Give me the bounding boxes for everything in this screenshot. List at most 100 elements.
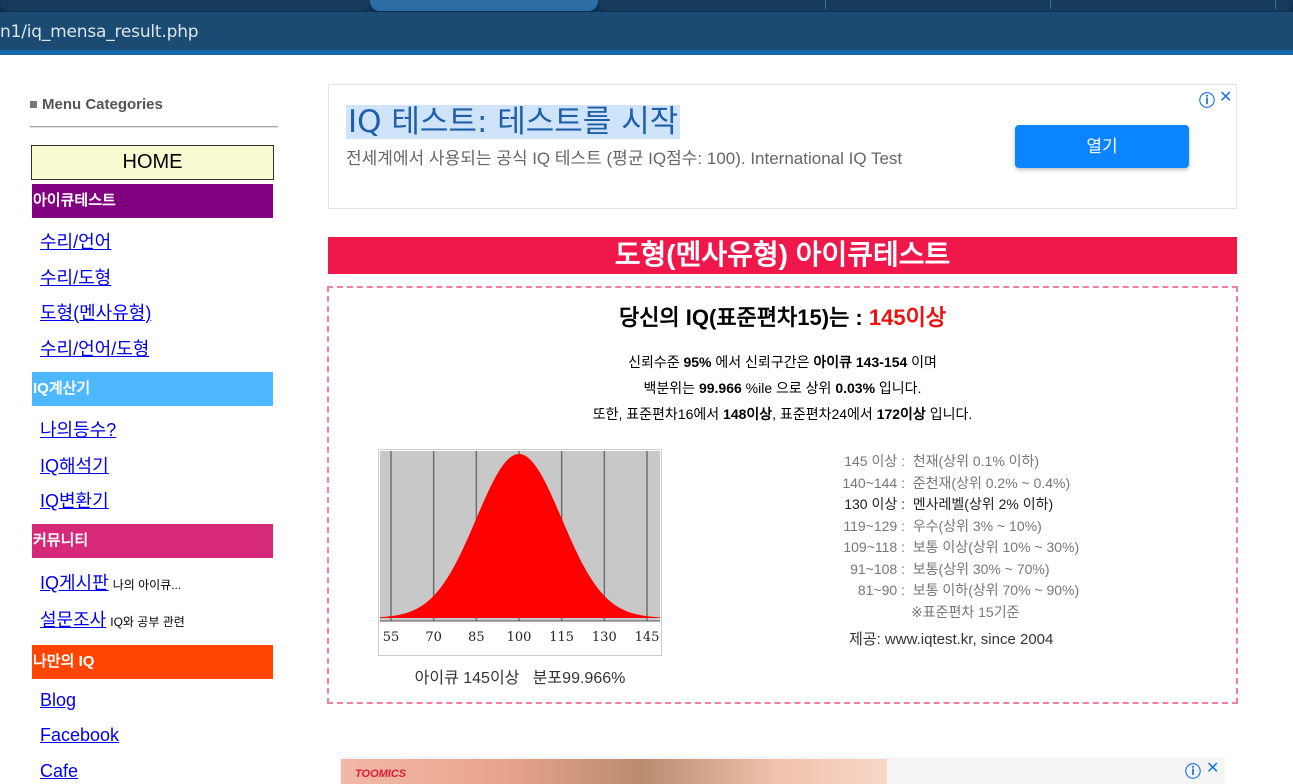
result-box: 당신의 IQ(표준편차15)는 : 145이상 신뢰수준 95% 에서 신뢰구간… bbox=[327, 286, 1238, 704]
legend-desc: 보통 이하(상위 70% ~ 90%) bbox=[912, 582, 1080, 598]
legend-desc: 준천재(상위 0.2% ~ 0.4%) bbox=[912, 474, 1071, 491]
confidence-level: 95% bbox=[683, 354, 712, 370]
confidence-interval-line: 신뢰수준 95% 에서 신뢰구간은 아이큐 143-154 이며 bbox=[329, 352, 1236, 372]
browser-tab-active[interactable] bbox=[370, 0, 598, 11]
chart-tick-label: 130 bbox=[592, 630, 617, 645]
test-title-banner: 도형(멘사유형) 아이큐테스트 bbox=[328, 237, 1237, 274]
sidebar-item-iq-board: IQ게시판 나의 아이큐... bbox=[40, 569, 181, 595]
legend-note: ※표준편차 15기준 bbox=[911, 603, 1020, 620]
address-bar[interactable]: n1/iq_mensa_result.php bbox=[0, 12, 1293, 50]
sidebar-link-survey[interactable]: 설문조사 bbox=[40, 610, 106, 630]
sidebar-link-iq-board[interactable]: IQ게시판 bbox=[40, 573, 109, 593]
sidebar-item-survey: 설문조사 IQ와 공부 관련 bbox=[40, 606, 185, 632]
chart-tick-label: 85 bbox=[468, 630, 485, 645]
legend-row: 81~90 : 보통 이하(상위 70% ~ 90%) bbox=[803, 580, 1079, 602]
stat-text: 입니다. bbox=[925, 406, 973, 422]
stat-text: 백분위는 bbox=[643, 380, 699, 396]
ad-info-icon[interactable]: ⓘ bbox=[1185, 758, 1201, 782]
category-iq-test: 아이큐테스트 bbox=[32, 184, 273, 218]
sidebar-link-iq-interpreter[interactable]: IQ해석기 bbox=[40, 452, 109, 478]
headline-prefix: 당신의 IQ(표준편차15)는 : bbox=[618, 305, 869, 330]
sd16-value: 148이상 bbox=[723, 406, 773, 422]
stat-text: 에서 신뢰구간은 bbox=[711, 354, 814, 370]
legend-range: 119~129 : bbox=[843, 517, 905, 534]
sidebar-link-math-language[interactable]: 수리/언어 bbox=[40, 228, 111, 254]
stat-text: 신뢰수준 bbox=[628, 354, 684, 370]
top-percent-value: 0.03% bbox=[835, 380, 876, 396]
sidebar-link-blog[interactable]: Blog bbox=[40, 690, 76, 711]
browser-tab-strip bbox=[0, 0, 1293, 12]
legend-desc: 멘사레벨(상위 2% 이하) bbox=[912, 496, 1054, 512]
square-bullet-icon bbox=[30, 101, 37, 108]
legend-range: 81~90 : bbox=[857, 582, 905, 598]
legend-range: 130 이상 : bbox=[844, 496, 905, 512]
percentile-line: 백분위는 99.966 %ile 으로 상위 0.03% 입니다. bbox=[329, 378, 1236, 398]
iq-score-value: 145이상 bbox=[868, 305, 947, 330]
legend-range: 109~118 : bbox=[843, 539, 905, 555]
category-my-iq: 나만의 IQ bbox=[32, 645, 273, 679]
stat-text: 또한, 표준편차16에서 bbox=[592, 406, 724, 422]
ad-image[interactable]: TOOMICS bbox=[341, 759, 887, 784]
confidence-range: 아이큐 143-154 bbox=[813, 354, 908, 370]
sidebar-divider bbox=[30, 126, 278, 128]
address-bar-url[interactable]: n1/iq_mensa_result.php bbox=[0, 22, 199, 42]
stat-text: %ile 으로 상위 bbox=[741, 380, 836, 396]
chart-caption: 아이큐 145이상 분포99.966% bbox=[414, 670, 626, 687]
home-button[interactable]: HOME bbox=[31, 145, 274, 180]
tab-separator bbox=[1275, 0, 1276, 9]
ad-description: 전세계에서 사용되는 공식 IQ 테스트 (평균 IQ점수: 100). Int… bbox=[346, 149, 903, 168]
tab-separator bbox=[1050, 0, 1051, 9]
legend-range: 140~144 : bbox=[842, 474, 905, 491]
sidebar-link-facebook[interactable]: Facebook bbox=[40, 725, 119, 746]
browser-tab[interactable] bbox=[598, 0, 1293, 11]
legend-desc: 보통 이상(상위 10% ~ 30%) bbox=[912, 539, 1080, 555]
percentile-value: 99.966 bbox=[698, 380, 742, 396]
iq-result-headline: 당신의 IQ(표준편차15)는 : 145이상 bbox=[329, 300, 1236, 332]
legend-desc: 우수(상위 3% ~ 10%) bbox=[912, 517, 1042, 534]
legend-desc: 보통(상위 30% ~ 70%) bbox=[912, 560, 1050, 577]
sidebar-link-note: 나의 아이큐... bbox=[112, 578, 182, 592]
sidebar-link-iq-converter[interactable]: IQ변환기 bbox=[40, 487, 109, 513]
legend-row: 91~108 : 보통(상위 30% ~ 70%) bbox=[803, 559, 1079, 581]
sidebar-link-mensa-shape[interactable]: 도형(멘사유형) bbox=[40, 299, 151, 325]
browser-tab[interactable] bbox=[0, 0, 370, 11]
bottom-ad[interactable]: TOOMICS ⓘ ✕ bbox=[340, 757, 1225, 784]
credit-text: 제공: www.iqtest.kr, since 2004 bbox=[849, 631, 1054, 648]
legend-desc: 천재(상위 0.1% 이하) bbox=[912, 453, 1040, 469]
legend-row-highlight: 130 이상 : 멘사레벨(상위 2% 이하) bbox=[803, 494, 1079, 516]
ad-open-button[interactable]: 열기 bbox=[1015, 125, 1189, 168]
menu-categories-label: Menu Categories bbox=[42, 96, 163, 113]
iq-test-ad[interactable]: IQ 테스트: 테스트를 시작 전세계에서 사용되는 공식 IQ 테스트 (평균… bbox=[328, 84, 1237, 209]
menu-categories-heading: Menu Categories bbox=[30, 96, 163, 113]
chart-tick-label: 70 bbox=[425, 630, 442, 645]
legend-row: 109~118 : 보통 이상(상위 10% ~ 30%) bbox=[803, 537, 1079, 559]
ad-info-icon[interactable]: ⓘ bbox=[1199, 87, 1215, 111]
category-community: 커뮤니티 bbox=[32, 524, 273, 558]
chart-tick-label: 100 bbox=[507, 630, 532, 645]
iq-distribution-chart: 55 70 85 100 115 130 145 bbox=[378, 449, 662, 656]
other-sd-line: 또한, 표준편차16에서 148이상, 표준편차24에서 172이상 입니다. bbox=[329, 404, 1236, 424]
sidebar-link-note: IQ와 공부 관련 bbox=[110, 615, 185, 629]
sd24-value: 172이상 bbox=[876, 406, 926, 422]
category-iq-calculator: IQ계산기 bbox=[32, 372, 273, 406]
ad-close-icon[interactable]: ✕ bbox=[1206, 758, 1219, 778]
legend-range: 145 이상 : bbox=[844, 453, 905, 469]
ad-brand-logo: TOOMICS bbox=[355, 768, 407, 780]
tab-separator bbox=[825, 0, 826, 9]
stat-text: , 표준편차24에서 bbox=[772, 406, 877, 422]
stat-text: 이며 bbox=[907, 354, 937, 370]
address-bar-underline bbox=[0, 50, 1293, 55]
ad-close-icon[interactable]: ✕ bbox=[1219, 87, 1232, 107]
bell-curve-graphic: 55 70 85 100 115 130 145 bbox=[380, 451, 660, 645]
sidebar-link-math-shape[interactable]: 수리/도형 bbox=[40, 264, 111, 290]
iq-level-legend: 145 이상 : 천재(상위 0.1% 이하) 140~144 : 준천재(상위… bbox=[803, 451, 1079, 623]
legend-row: 145 이상 : 천재(상위 0.1% 이하) bbox=[803, 451, 1079, 473]
ad-title[interactable]: IQ 테스트: 테스트를 시작 bbox=[346, 105, 681, 139]
legend-row: 140~144 : 준천재(상위 0.2% ~ 0.4%) bbox=[803, 473, 1079, 495]
sidebar-link-my-rank[interactable]: 나의등수? bbox=[40, 416, 116, 442]
chart-tick-label: 145 bbox=[635, 630, 660, 645]
chart-tick-label: 115 bbox=[549, 630, 574, 645]
sidebar-link-cafe[interactable]: Cafe bbox=[40, 761, 78, 782]
sidebar-link-math-language-shape[interactable]: 수리/언어/도형 bbox=[40, 335, 149, 361]
legend-row: 119~129 : 우수(상위 3% ~ 10%) bbox=[803, 516, 1079, 538]
